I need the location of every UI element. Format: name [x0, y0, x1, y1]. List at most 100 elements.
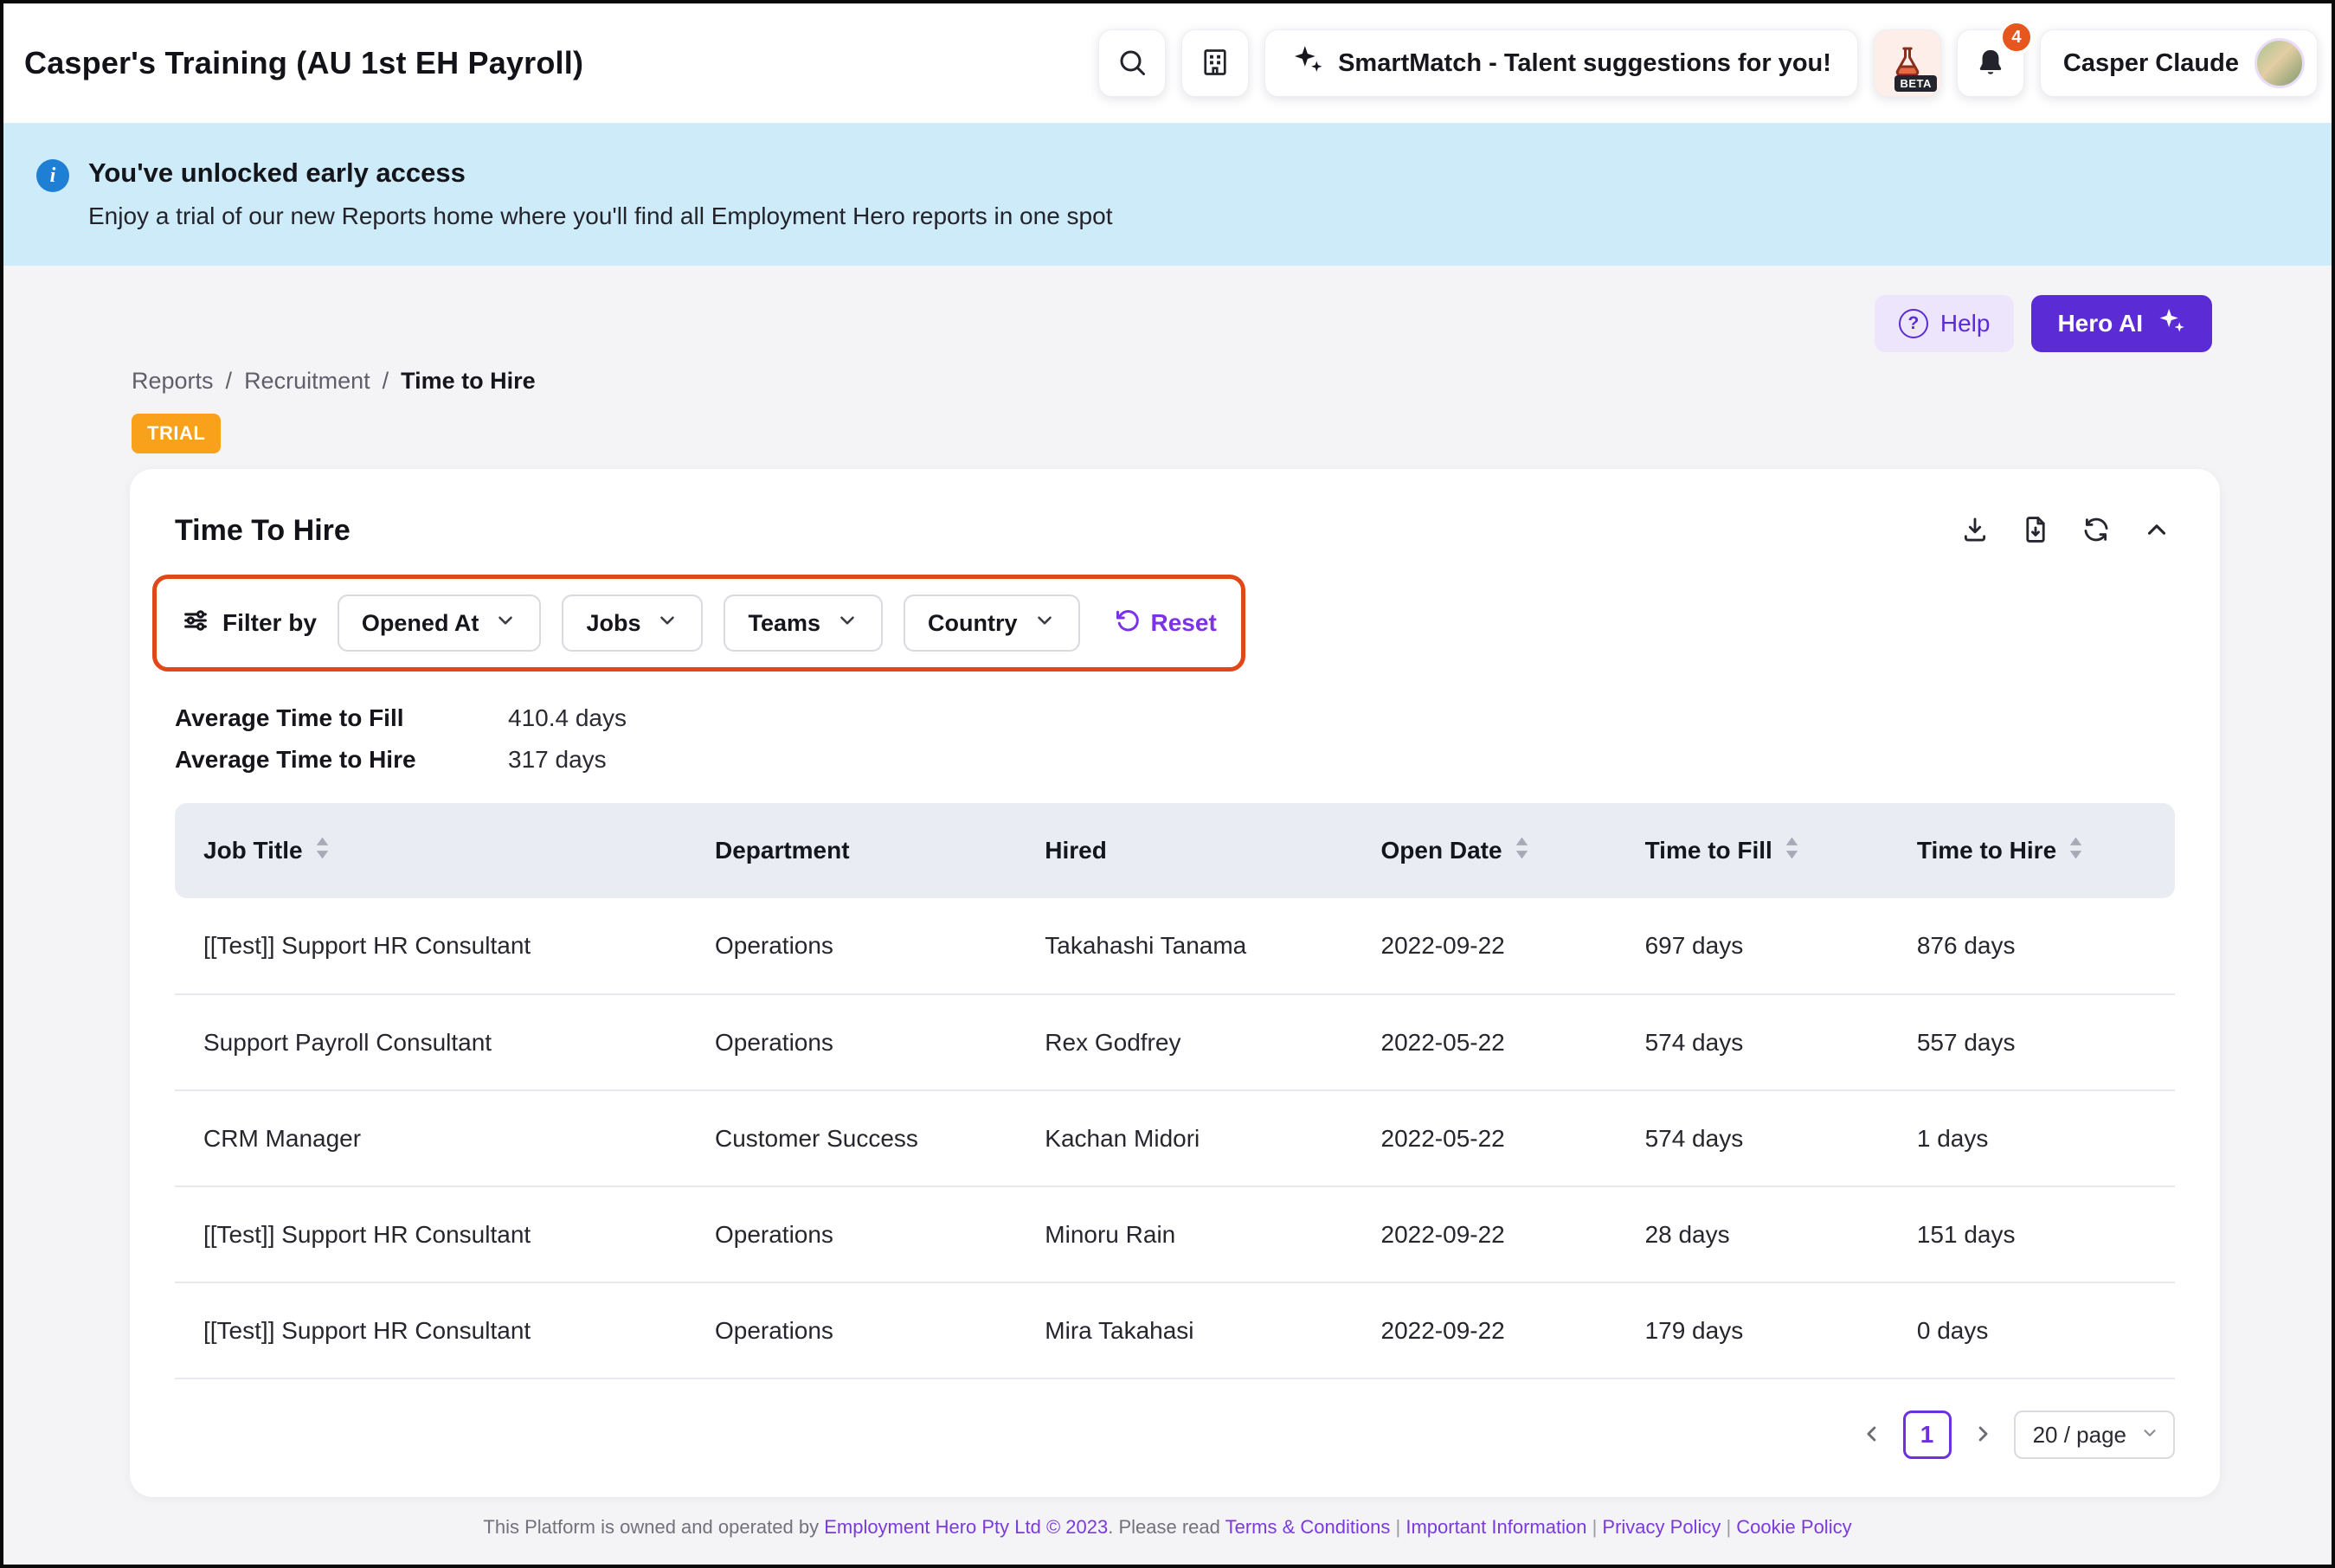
filter-opened-at-dropdown[interactable]: Opened At	[338, 594, 542, 652]
notifications-button[interactable]: 4	[1957, 29, 2024, 97]
cell-job-title: [[Test]] Support HR Consultant	[175, 898, 715, 994]
filter-sliders-icon	[181, 606, 210, 641]
cell-time-to-hire: 1 days	[1917, 1090, 2175, 1186]
smartmatch-button[interactable]: SmartMatch - Talent suggestions for you!	[1264, 29, 1858, 97]
filter-country-dropdown[interactable]: Country	[904, 594, 1080, 652]
download-icon	[1960, 515, 1990, 547]
table-row: [[Test]] Support HR Consultant Operation…	[175, 898, 2175, 994]
footer-link-privacy-policy[interactable]: Privacy Policy	[1602, 1516, 1721, 1538]
trial-badge-row: TRIAL	[132, 414, 2332, 453]
chevron-down-icon	[2140, 1422, 2159, 1449]
sort-arrows-icon	[1785, 836, 1799, 866]
footer-company-link[interactable]: Employment Hero Pty Ltd © 2023	[824, 1516, 1108, 1538]
cell-time-to-fill: 697 days	[1645, 898, 1917, 994]
refresh-icon	[2081, 515, 2111, 547]
column-header-open-date[interactable]: Open Date	[1381, 803, 1645, 898]
filter-jobs-dropdown[interactable]: Jobs	[562, 594, 703, 652]
cell-hired: Kachan Midori	[1045, 1090, 1380, 1186]
banner-subtitle: Enjoy a trial of our new Reports home wh…	[88, 202, 1112, 230]
breadcrumb-recruitment[interactable]: Recruitment	[244, 368, 370, 395]
avatar	[2255, 38, 2305, 88]
table-header-row: Job Title Department Hired Open Date T	[175, 803, 2175, 898]
breadcrumb-current: Time to Hire	[401, 368, 536, 395]
app-header: Casper's Training (AU 1st EH Payroll) Sm…	[3, 3, 2332, 123]
cell-department: Customer Success	[715, 1090, 1045, 1186]
filter-teams-dropdown[interactable]: Teams	[724, 594, 883, 652]
footer-link-important-information[interactable]: Important Information	[1406, 1516, 1586, 1538]
organization-button[interactable]	[1181, 29, 1249, 97]
beta-lab-button[interactable]: BETA	[1874, 29, 1941, 97]
cell-hired: Rex Godfrey	[1045, 994, 1380, 1090]
cell-open-date: 2022-05-22	[1381, 1090, 1645, 1186]
user-name: Casper Claude	[2063, 49, 2239, 78]
banner-text: You've unlocked early access Enjoy a tri…	[88, 157, 1112, 230]
card-header: Time To Hire	[175, 512, 2175, 549]
export-file-button[interactable]	[2017, 512, 2054, 549]
download-button[interactable]	[1957, 512, 1993, 549]
sort-arrows-icon	[1515, 836, 1529, 866]
pagination-prev-button[interactable]	[1860, 1422, 1884, 1449]
avg-time-to-fill-value: 410.4 days	[508, 704, 2175, 732]
report-title: Time To Hire	[175, 514, 351, 548]
chevron-right-icon	[1971, 1422, 1995, 1449]
chevron-up-icon	[2142, 515, 2171, 547]
cell-department: Operations	[715, 1282, 1045, 1378]
footer-separator: |	[1726, 1516, 1731, 1538]
column-header-hired: Hired	[1045, 803, 1380, 898]
breadcrumb-separator: /	[226, 368, 233, 395]
chevron-down-icon	[1033, 609, 1056, 638]
column-header-time-to-fill[interactable]: Time to Fill	[1645, 803, 1917, 898]
reset-filters-button[interactable]: Reset	[1115, 607, 1217, 639]
cell-job-title: CRM Manager	[175, 1090, 715, 1186]
footer-text: This Platform is owned and operated by	[483, 1516, 819, 1538]
avg-time-to-hire-value: 317 days	[508, 746, 2175, 774]
breadcrumb: Reports / Recruitment / Time to Hire	[132, 368, 2332, 395]
report-card: Time To Hire	[130, 469, 2220, 1497]
question-circle-icon: ?	[1899, 309, 1928, 338]
table-row: Support Payroll Consultant Operations Re…	[175, 994, 2175, 1090]
cell-time-to-hire: 0 days	[1917, 1282, 2175, 1378]
filter-by-label: Filter by	[181, 606, 317, 641]
hero-ai-button[interactable]: Hero AI	[2031, 295, 2212, 352]
cell-job-title: [[Test]] Support HR Consultant	[175, 1282, 715, 1378]
page-size-select[interactable]: 20 / page	[2014, 1411, 2175, 1459]
footer-link-terms[interactable]: Terms & Conditions	[1225, 1516, 1391, 1538]
cell-department: Operations	[715, 1186, 1045, 1282]
column-header-department: Department	[715, 803, 1045, 898]
chevron-down-icon	[836, 609, 859, 638]
footer-link-cookie-policy[interactable]: Cookie Policy	[1736, 1516, 1851, 1538]
refresh-button[interactable]	[2078, 512, 2114, 549]
column-header-job-title[interactable]: Job Title	[175, 803, 715, 898]
table-row: CRM Manager Customer Success Kachan Mido…	[175, 1090, 2175, 1186]
footer-separator: |	[1395, 1516, 1400, 1538]
cell-time-to-hire: 151 days	[1917, 1186, 2175, 1282]
building-icon	[1200, 47, 1231, 80]
cell-time-to-fill: 179 days	[1645, 1282, 1917, 1378]
pagination-next-button[interactable]	[1971, 1422, 1995, 1449]
chevron-left-icon	[1860, 1422, 1884, 1449]
user-menu-button[interactable]: Casper Claude	[2040, 29, 2318, 97]
cell-open-date: 2022-09-22	[1381, 1282, 1645, 1378]
cell-open-date: 2022-05-22	[1381, 994, 1645, 1090]
chevron-down-icon	[494, 609, 517, 638]
search-icon	[1116, 47, 1148, 80]
table-row: [[Test]] Support HR Consultant Operation…	[175, 1282, 2175, 1378]
cell-hired: Minoru Rain	[1045, 1186, 1380, 1282]
main-content: ? Help Hero AI Reports / Recruitment / T…	[3, 266, 2332, 1565]
column-header-time-to-hire[interactable]: Time to Hire	[1917, 803, 2175, 898]
sort-arrows-icon	[315, 836, 330, 866]
cell-time-to-fill: 28 days	[1645, 1186, 1917, 1282]
chevron-down-icon	[656, 609, 679, 638]
breadcrumb-reports[interactable]: Reports	[132, 368, 214, 395]
sparkle-icon	[1291, 43, 1324, 83]
footer-text: . Please read	[1108, 1516, 1220, 1538]
notification-count-badge: 4	[1999, 20, 2034, 55]
collapse-button[interactable]	[2139, 512, 2175, 549]
cell-job-title: Support Payroll Consultant	[175, 994, 715, 1090]
avg-time-to-fill-label: Average Time to Fill	[175, 704, 508, 732]
search-button[interactable]	[1098, 29, 1166, 97]
pagination-current-page[interactable]: 1	[1903, 1411, 1952, 1459]
cell-open-date: 2022-09-22	[1381, 1186, 1645, 1282]
card-actions	[1957, 512, 2175, 549]
help-button[interactable]: ? Help	[1875, 295, 2015, 352]
